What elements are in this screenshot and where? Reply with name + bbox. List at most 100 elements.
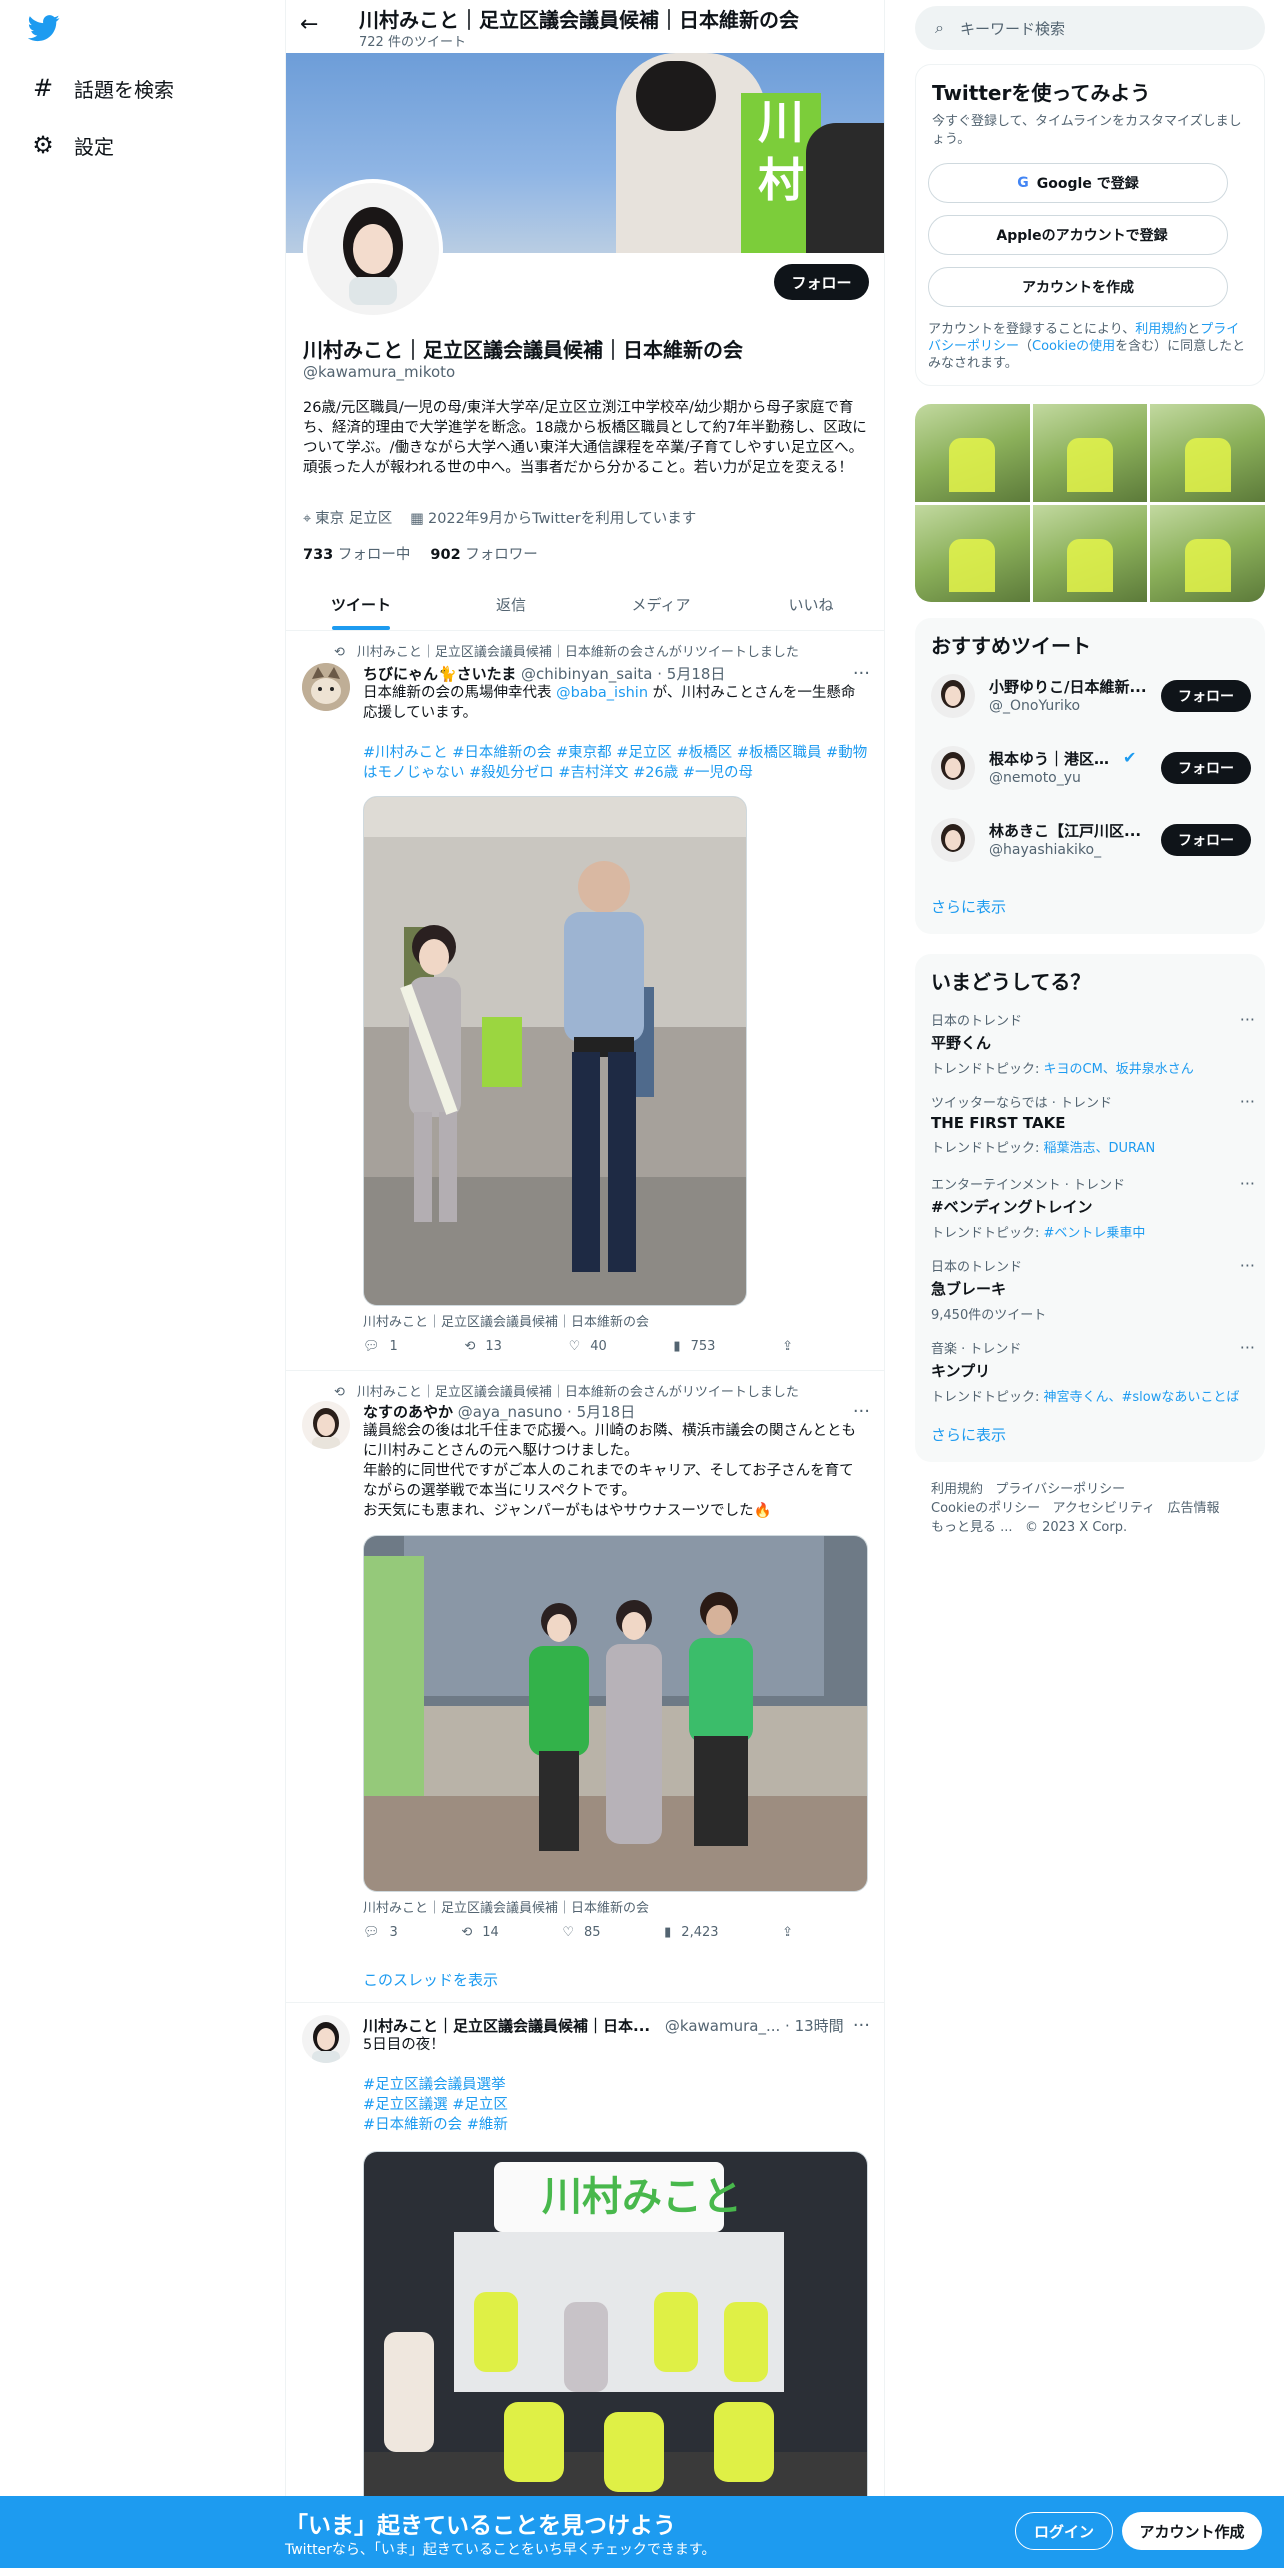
tweet-header: なすのあやか @aya_nasuno · 5月18日	[363, 1401, 635, 1422]
media-thumb[interactable]	[915, 504, 1030, 602]
apple-signup-button[interactable]: Appleのアカウントで登録	[928, 215, 1228, 255]
recommended-account[interactable]: 根本ゆう｜港区議... ✔ @nemoto_yu フォロー	[931, 746, 1251, 794]
tweet-avatar[interactable]	[302, 1401, 350, 1449]
more-icon[interactable]: ···	[853, 663, 870, 684]
followers-link[interactable]: 902 フォロワー	[430, 543, 537, 564]
follow-button[interactable]: フォロー	[774, 264, 869, 300]
footer-link[interactable]: 利用規約	[931, 1482, 983, 1497]
more-icon[interactable]: ···	[853, 1401, 870, 1422]
like-button[interactable]: ♡ 40	[569, 1339, 607, 1354]
nav-explore[interactable]: # 話題を検索	[28, 68, 174, 108]
trend-item[interactable]: 日本のトレンド 平野くん トレンドトピック: キヨのCM、坂井泉水さん ···	[931, 1010, 1255, 1077]
media-thumb[interactable]	[1032, 504, 1148, 602]
cookie-link[interactable]: Cookieの使用	[1032, 339, 1115, 354]
profile-location: ⌖ 東京 足立区	[303, 511, 393, 527]
tweet-hashtag-line[interactable]: #日本維新の会 #維新	[363, 2115, 868, 2135]
retweet-button[interactable]: ⟲ 14	[461, 1925, 498, 1940]
tweet-time[interactable]: · 13時間	[785, 2017, 844, 2035]
tab-replies[interactable]: 返信	[436, 578, 586, 630]
more-icon[interactable]: ···	[1240, 1174, 1255, 1193]
trend-item[interactable]: ツイッターならでは · トレンド THE FIRST TAKE トレンドトピック…	[931, 1092, 1255, 1156]
trend-item[interactable]: 日本のトレンド 急ブレーキ 9,450件のツイート ···	[931, 1256, 1255, 1323]
more-icon[interactable]: ···	[1240, 1092, 1255, 1111]
tab-media[interactable]: メディア	[586, 578, 736, 630]
footer-link[interactable]: アクセシビリティ	[1053, 1501, 1156, 1516]
tweet-avatar[interactable]	[302, 663, 350, 711]
follow-button[interactable]: フォロー	[1161, 680, 1251, 712]
login-button[interactable]: ログイン	[1015, 2512, 1113, 2550]
more-icon[interactable]: ···	[1240, 1338, 1255, 1357]
tweet-avatar[interactable]	[302, 2015, 350, 2063]
profile-bio: 26歳/元区職員/一児の母/東洋大学卒/足立区立渕江中学校卒/幼少期から母子家庭…	[303, 400, 867, 476]
tweet-author[interactable]: なすのあやか	[363, 1403, 453, 1421]
more-icon[interactable]: ···	[1240, 1010, 1255, 1029]
follow-button[interactable]: フォロー	[1161, 752, 1251, 784]
reply-button[interactable]: 💬︎ 1	[363, 1339, 398, 1354]
media-thumb[interactable]	[1150, 504, 1265, 602]
retweet-icon: ⟲	[461, 1925, 473, 1940]
tweet-photo[interactable]	[363, 796, 747, 1306]
trend-item[interactable]: エンターテインメント · トレンド #ベンディングトレイン トレンドトピック: …	[931, 1174, 1255, 1241]
media-thumb[interactable]	[1150, 404, 1265, 502]
tweet-2[interactable]: ⟲ 川村みこと｜足立区議会議員候補｜日本維新の会さんがリツイートしました なすのあ…	[286, 1371, 884, 2003]
tweet-handle[interactable]: @aya_nasuno	[458, 1403, 562, 1421]
tweet-author[interactable]: 川村みこと｜足立区議会議員候補｜日本...	[363, 2017, 650, 2035]
show-thread-link[interactable]: このスレッドを表示	[363, 1969, 498, 1990]
tab-tweets[interactable]: ツイート	[286, 578, 436, 630]
retweet-button[interactable]: ⟲ 13	[464, 1339, 501, 1354]
like-button[interactable]: ♡ 85	[562, 1925, 600, 1940]
tweet-time[interactable]: · 5月18日	[657, 665, 725, 683]
tweet-header: ちびにゃん🐈さいたま @chibinyan_saita · 5月18日	[363, 663, 725, 684]
google-signup-button[interactable]: G Google で登録	[928, 163, 1228, 203]
footer-link[interactable]: Cookieのポリシー	[931, 1501, 1040, 1516]
cat-avatar-icon	[302, 663, 350, 711]
trend-item[interactable]: 音楽 · トレンド キンプリ トレンドトピック: 神宮寺くん、#slowなあいこ…	[931, 1338, 1255, 1405]
create-account-button[interactable]: アカウントを作成	[928, 267, 1228, 307]
reply-icon: 💬︎	[363, 1925, 380, 1940]
tweet-author[interactable]: ちびにゃん🐈さいたま	[363, 665, 516, 683]
retweet-icon: ⟲	[334, 645, 345, 660]
search-box[interactable]: ⌕ キーワード検索	[915, 6, 1265, 50]
more-icon[interactable]: ···	[1240, 1256, 1255, 1275]
show-more-link[interactable]: さらに表示	[931, 896, 1006, 917]
views-button[interactable]: ▮ 2,423	[664, 1925, 718, 1940]
tweet-time[interactable]: · 5月18日	[567, 1403, 635, 1421]
profile-avatar[interactable]	[303, 179, 443, 319]
tweet-handle[interactable]: @chibinyan_saita	[521, 665, 652, 683]
reply-button[interactable]: 💬︎ 3	[363, 1925, 398, 1940]
show-more-link[interactable]: さらに表示	[931, 1424, 1006, 1445]
nav-settings[interactable]: ⚙ 設定	[28, 125, 114, 165]
tweet-hashtag-line[interactable]: #足立区議会議員選挙	[363, 2075, 868, 2095]
follow-button[interactable]: フォロー	[1161, 824, 1251, 856]
hashtag-icon: #	[32, 74, 54, 102]
share-button[interactable]: ⇪	[782, 1925, 793, 1940]
tweet-1[interactable]: ⟲ 川村みこと｜足立区議会議員候補｜日本維新の会さんがリツイートしました ちびにゃ…	[286, 631, 884, 1371]
recommended-account[interactable]: 小野ゆりこ/日本維新... @_OnoYuriko フォロー	[931, 674, 1251, 722]
footer-link[interactable]: もっと見る ...	[931, 1520, 1013, 1535]
following-link[interactable]: 733 フォロー中	[303, 543, 410, 564]
twitter-bird-icon[interactable]	[27, 12, 64, 48]
media-thumb[interactable]	[915, 404, 1030, 502]
more-icon[interactable]: ···	[853, 2015, 870, 2036]
back-arrow-icon[interactable]: ←	[300, 12, 318, 37]
share-button[interactable]: ⇪	[782, 1339, 793, 1354]
media-thumb[interactable]	[1032, 404, 1148, 502]
tweet-photo[interactable]	[363, 1535, 868, 1892]
profile-joined: ▦ 2022年9月からTwitterを利用しています	[410, 511, 697, 527]
terms-link[interactable]: 利用規約	[1135, 322, 1187, 337]
tab-likes[interactable]: いいね	[736, 578, 884, 630]
tweet-hashtag-line[interactable]: #足立区議選 #足立区	[363, 2095, 868, 2115]
signup-button[interactable]: アカウント作成	[1122, 2512, 1262, 2550]
recommended-title: おすすめツイート	[931, 634, 1091, 658]
recommended-account[interactable]: 林あきこ【江戸川区... @hayashiakiko_ フォロー	[931, 818, 1251, 866]
footer-link[interactable]: プライバシーポリシー	[995, 1482, 1125, 1497]
tweet-handle[interactable]: @kawamura_...	[665, 2017, 780, 2035]
search-input[interactable]: キーワード検索	[960, 18, 1065, 39]
views-button[interactable]: ▮ 753	[673, 1339, 715, 1354]
tweet-hashtags[interactable]: #川村みこと #日本維新の会 #東京都 #足立区 #板橋区 #板橋区職員 #動物…	[363, 743, 868, 783]
tweet-3[interactable]: 川村みこと｜足立区議会議員候補｜日本... @kawamura_... · 13…	[286, 2003, 884, 2568]
mention-link[interactable]: @baba_ishin	[556, 685, 648, 701]
footer-link[interactable]: 広告情報	[1168, 1501, 1220, 1516]
tweet-actions: 💬︎ 3 ⟲ 14 ♡ 85 ▮ 2,423 ⇪	[363, 1925, 793, 1940]
profile-header: ← 川村みこと｜足立区議会議員候補｜日本維新の会 722 件のツイート	[286, 0, 884, 53]
